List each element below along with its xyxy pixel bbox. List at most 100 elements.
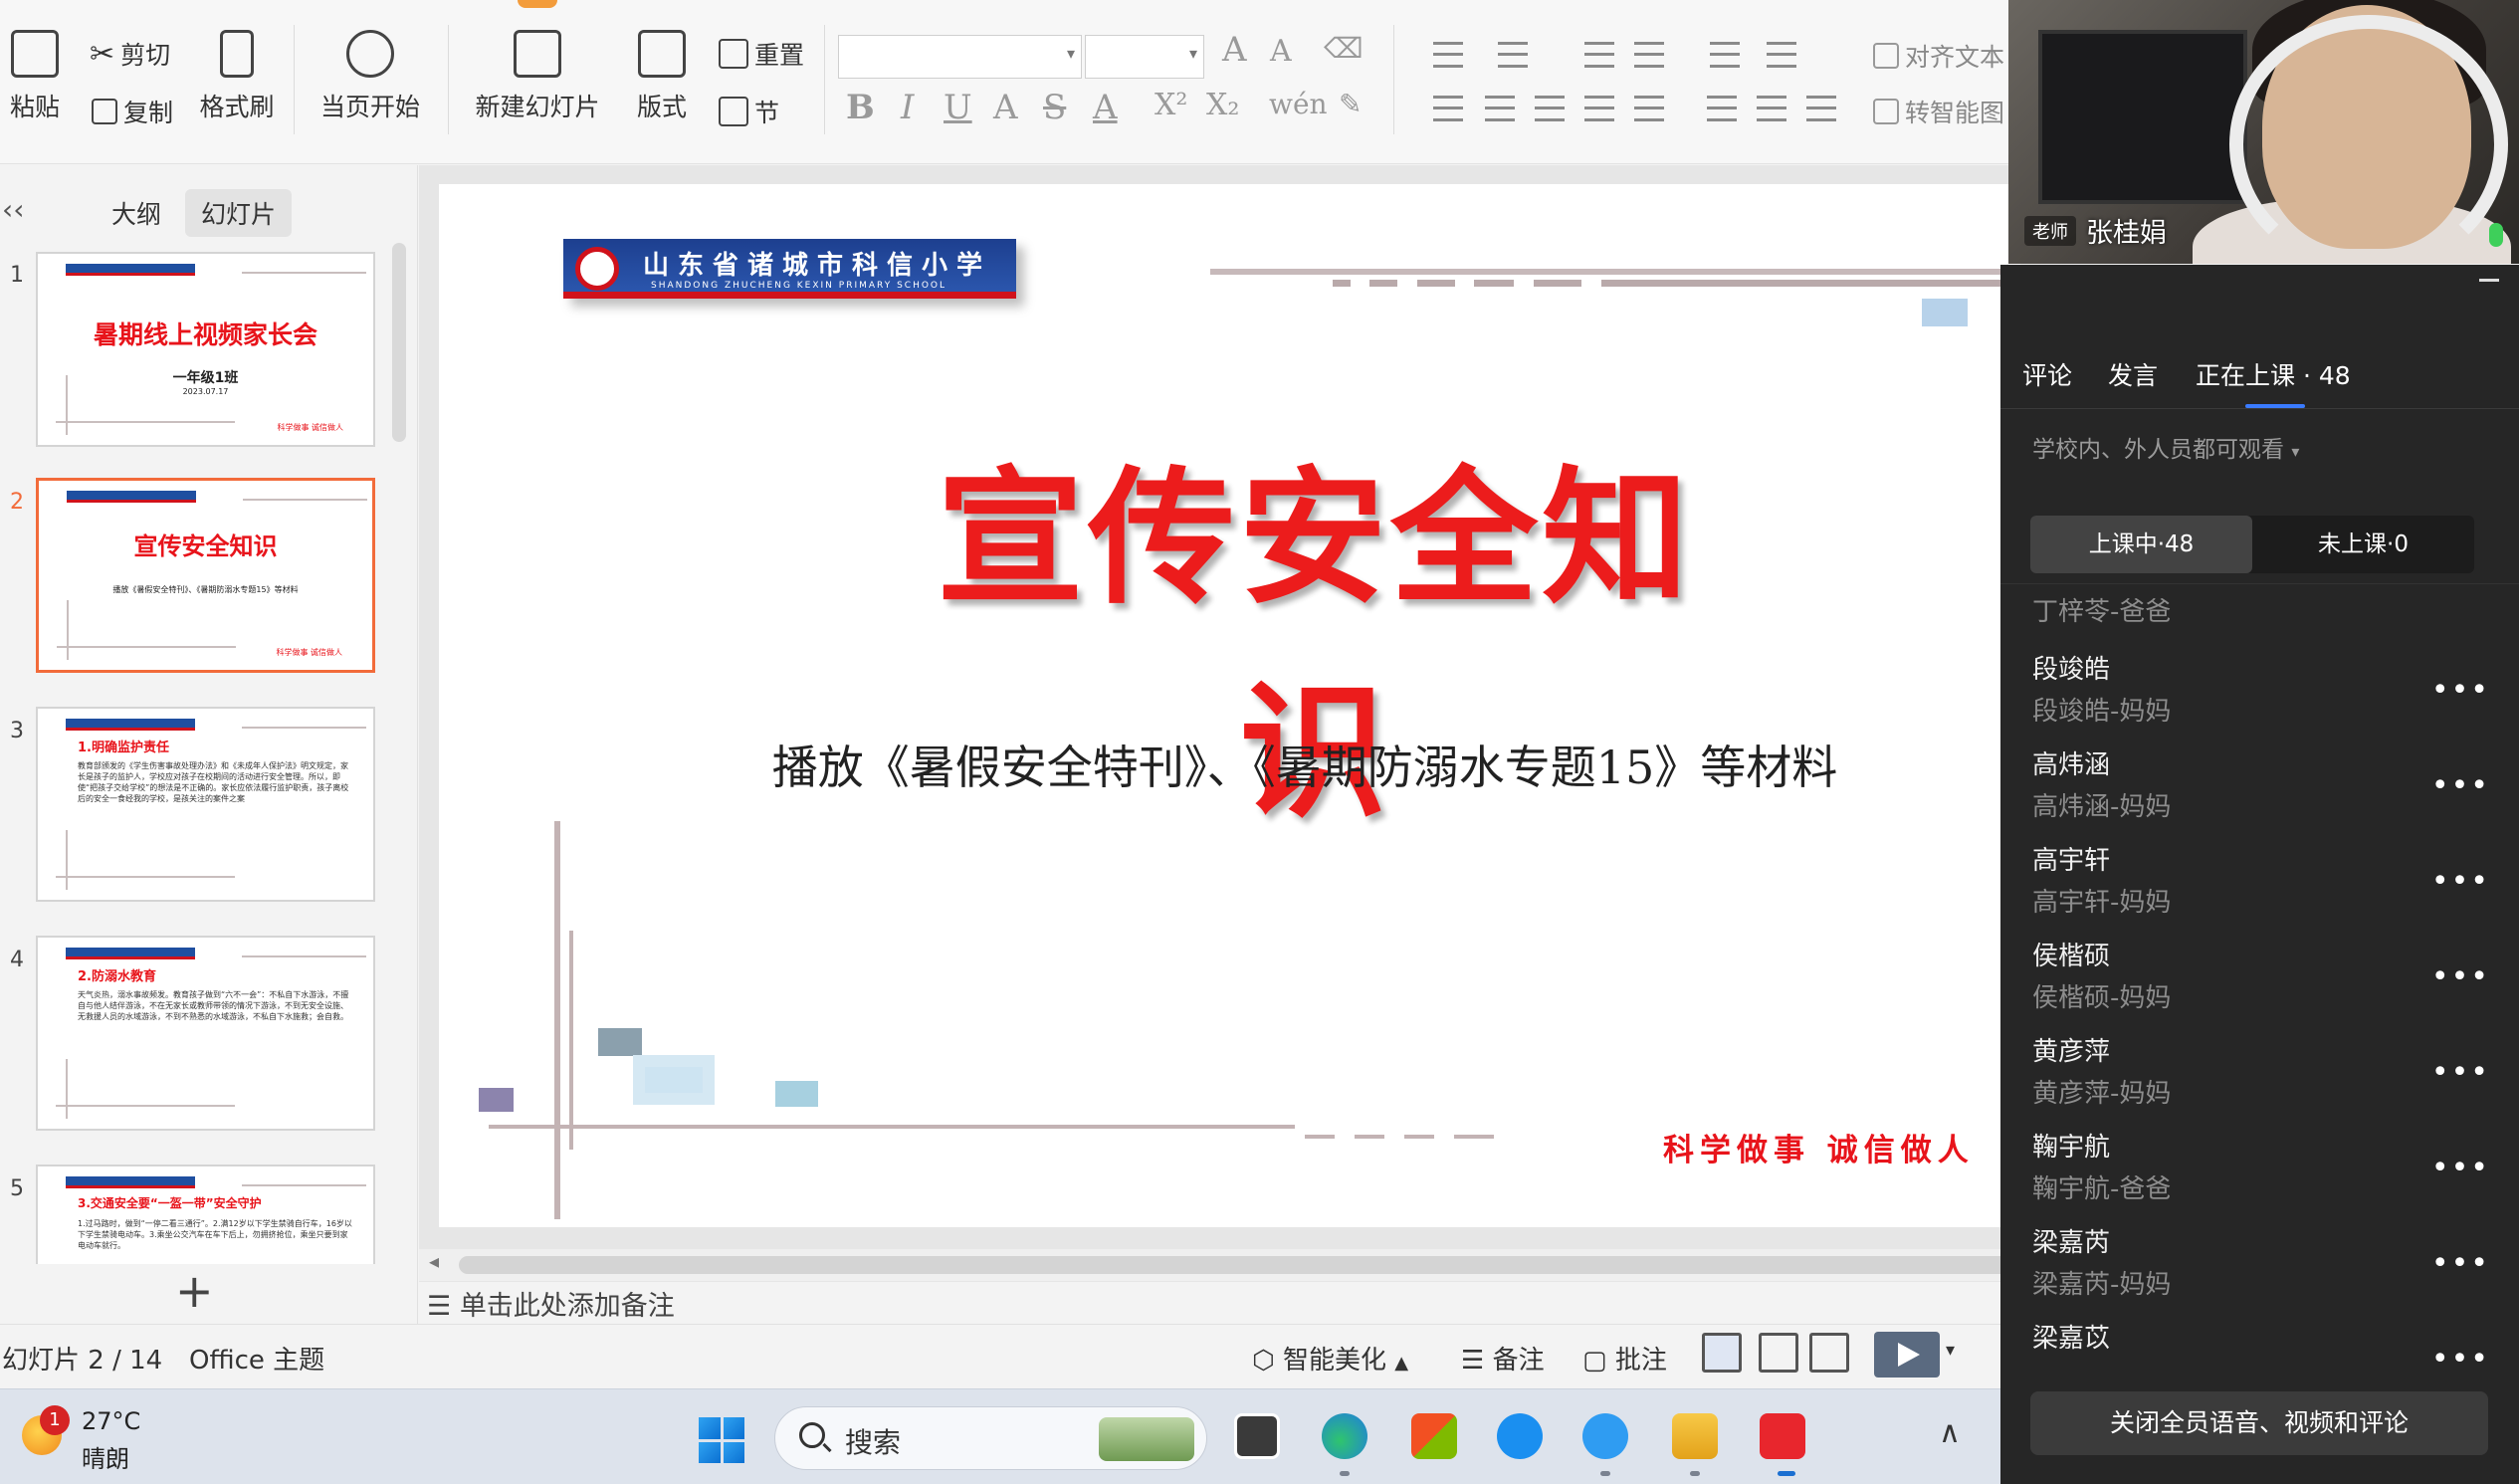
ie-browser-icon[interactable]	[1497, 1413, 1543, 1459]
slide-thumbnail-1[interactable]: 暑期线上视频家长会 一年级1班 2023.07.17 科学做事 诚信做人	[36, 252, 375, 447]
slide-thumbnail-3[interactable]: 1.明确监护责任 教育部颁发的《学生伤害事故处理办法》和《未成年人保护法》明文规…	[36, 707, 375, 902]
member-row[interactable]: 梁嘉芮 梁嘉芮-妈妈 •••	[2032, 1222, 2490, 1318]
edge-browser-icon[interactable]	[1322, 1413, 1367, 1459]
eraser-icon[interactable]: ⌫	[1324, 32, 1364, 65]
mute-all-button[interactable]: 关闭全员语音、视频和评论	[2030, 1391, 2488, 1455]
tab-in-class[interactable]: 正在上课 · 48	[2196, 356, 2351, 408]
convert-smartart-button[interactable]: 转智能图	[1873, 94, 2004, 129]
slide-sorter-icon[interactable]	[1759, 1333, 1798, 1373]
more-options-icon[interactable]: •••	[2431, 673, 2490, 708]
play-from-current-button[interactable]: 当页开始	[311, 30, 430, 123]
slide-thumbnail-5[interactable]: 3.交通安全要“一盔一带”安全守护 1.过马路时，做到“一停二看三通行”。2.满…	[36, 1165, 375, 1264]
add-slide-icon[interactable]: +	[175, 1268, 214, 1314]
justify-icon[interactable]	[1584, 96, 1614, 121]
increase-font-icon[interactable]: A	[1222, 30, 1247, 70]
tab-speak[interactable]: 发言	[2108, 356, 2158, 392]
member-row[interactable]: 高炜涵 高炜涵-妈妈 •••	[2032, 744, 2490, 840]
in-class-filter[interactable]: 上课中·48	[2030, 516, 2252, 573]
more-options-icon[interactable]: •••	[2431, 959, 2490, 994]
task-view-icon[interactable]	[1234, 1413, 1280, 1459]
increase-indent-icon[interactable]	[1634, 42, 1664, 68]
cut-button[interactable]: ✂ 剪切	[90, 36, 170, 72]
font-size-select[interactable]	[1085, 35, 1204, 79]
bold-icon[interactable]: B	[846, 88, 875, 127]
section-button[interactable]: 节	[719, 94, 779, 129]
minimize-icon[interactable]	[2479, 279, 2499, 282]
spacing-options-icon[interactable]	[1806, 96, 1836, 121]
visibility-scope-select[interactable]: 学校内、外人员都可观看 ▾	[2032, 430, 2299, 464]
format-painter-button[interactable]: 格式刷	[197, 30, 277, 123]
chevron-down-icon[interactable]: ▾	[1946, 1340, 1955, 1361]
windows-start-icon[interactable]	[699, 1417, 744, 1463]
theme-name[interactable]: Office 主题	[189, 1340, 324, 1377]
comments-button[interactable]: ▢ 批注	[1582, 1340, 1667, 1377]
scroll-left-icon[interactable]: ◂	[429, 1249, 439, 1273]
notes-toggle-button[interactable]: ☰ 备注	[1461, 1340, 1545, 1377]
distribute-icon[interactable]	[1634, 96, 1664, 121]
member-row[interactable]: 梁嘉苡 •••	[2032, 1318, 2490, 1378]
panel-scrollbar[interactable]	[392, 243, 406, 442]
file-explorer-icon[interactable]	[1672, 1413, 1718, 1459]
slide-thumbnail-4[interactable]: 2.防溺水教育 天气炎热，溺水事故频发。教育孩子做到“六不一会”：不私自下水游泳…	[36, 936, 375, 1131]
line-spacing-icon[interactable]	[1707, 96, 1737, 121]
strikethrough-icon[interactable]: S	[1043, 88, 1066, 127]
notes-area[interactable]: ☰ 单击此处添加备注	[419, 1282, 2020, 1324]
slideshow-play-button[interactable]	[1874, 1332, 1940, 1378]
font-color-icon[interactable]: A	[1093, 88, 1118, 127]
normal-view-icon[interactable]	[1702, 1333, 1742, 1373]
member-row[interactable]: 侯楷硕 侯楷硕-妈妈 •••	[2032, 936, 2490, 1031]
align-center-icon[interactable]	[1485, 96, 1515, 121]
tray-overflow-icon[interactable]: ∧	[1939, 1415, 1961, 1450]
more-options-icon[interactable]: •••	[2431, 1151, 2490, 1185]
highlight-icon[interactable]: ✎	[1339, 88, 1362, 120]
paragraph-spacing-icon[interactable]	[1757, 96, 1786, 121]
horizontal-scrollbar[interactable]: ◂	[419, 1249, 2020, 1281]
superscript-icon[interactable]: X²	[1155, 88, 1187, 122]
more-options-icon[interactable]: •••	[2431, 1246, 2490, 1281]
decrease-indent-icon[interactable]	[1584, 42, 1614, 68]
slide-thumbnail-2[interactable]: 宣传安全知识 播放《暑假安全特刊》、《暑期防溺水专题15》等材料 科学做事 诚信…	[36, 478, 375, 673]
more-options-icon[interactable]: •••	[2431, 768, 2490, 803]
pinyin-icon[interactable]: wén	[1269, 88, 1328, 120]
text-effect-icon[interactable]: A	[993, 88, 1018, 127]
tab-comments[interactable]: 评论	[2022, 356, 2072, 392]
new-slide-button[interactable]: 新建幻灯片	[468, 30, 607, 123]
more-options-icon[interactable]: •••	[2431, 1055, 2490, 1090]
subscript-icon[interactable]: X₂	[1206, 88, 1239, 122]
slide-subtitle[interactable]: 播放《暑假安全特刊》、《暑期防溺水专题15》等材料	[708, 732, 1902, 797]
bullet-list-icon[interactable]	[1433, 42, 1463, 68]
layout-button[interactable]: 版式	[627, 30, 697, 123]
copy-button[interactable]: 复制	[92, 94, 173, 129]
tab-outline[interactable]: 大纲	[96, 189, 177, 237]
slide-canvas[interactable]: 山东省诸城市科信小学 SHANDONG ZHUCHENG KEXIN PRIMA…	[439, 184, 2020, 1227]
italic-icon[interactable]: I	[901, 88, 914, 127]
reset-button[interactable]: 重置	[719, 36, 804, 72]
text-direction-icon[interactable]	[1710, 42, 1740, 68]
paste-button[interactable]: 粘贴	[0, 30, 70, 123]
chat-app-icon[interactable]	[1582, 1413, 1628, 1459]
member-row[interactable]: 段竣皓 段竣皓-妈妈 •••	[2032, 649, 2490, 744]
smart-beautify-button[interactable]: ⬡ 智能美化 ▲	[1252, 1340, 1408, 1377]
collapse-panel-icon[interactable]: ‹‹	[2, 193, 24, 226]
reading-view-icon[interactable]	[1809, 1333, 1849, 1373]
sort-icon[interactable]	[1767, 42, 1796, 68]
member-row[interactable]: 黄彦萍 黄彦萍-妈妈 •••	[2032, 1031, 2490, 1127]
scrollbar-thumb[interactable]	[459, 1256, 2011, 1274]
member-row[interactable]: 高宇轩 高宇轩-妈妈 •••	[2032, 840, 2490, 936]
member-row[interactable]: 鞠宇航 鞠宇航-爸爸 •••	[2032, 1127, 2490, 1222]
store-icon[interactable]	[1411, 1413, 1457, 1459]
wps-office-icon[interactable]	[1760, 1413, 1805, 1459]
more-options-icon[interactable]: •••	[2431, 1342, 2490, 1377]
teacher-video[interactable]: 老师 张桂娟	[2008, 0, 2519, 264]
decrease-font-icon[interactable]: A	[1270, 34, 1292, 69]
font-family-select[interactable]	[838, 35, 1082, 79]
align-text-button[interactable]: 对齐文本	[1873, 38, 2004, 74]
not-in-class-filter[interactable]: 未上课·0	[2252, 516, 2474, 573]
taskbar-search[interactable]: 搜索	[774, 1406, 1207, 1470]
align-right-icon[interactable]	[1535, 96, 1565, 121]
numbered-list-icon[interactable]	[1498, 42, 1528, 68]
align-left-icon[interactable]	[1433, 96, 1463, 121]
more-options-icon[interactable]: •••	[2431, 864, 2490, 899]
underline-icon[interactable]: U	[944, 88, 972, 127]
tab-slides[interactable]: 幻灯片	[185, 189, 293, 237]
